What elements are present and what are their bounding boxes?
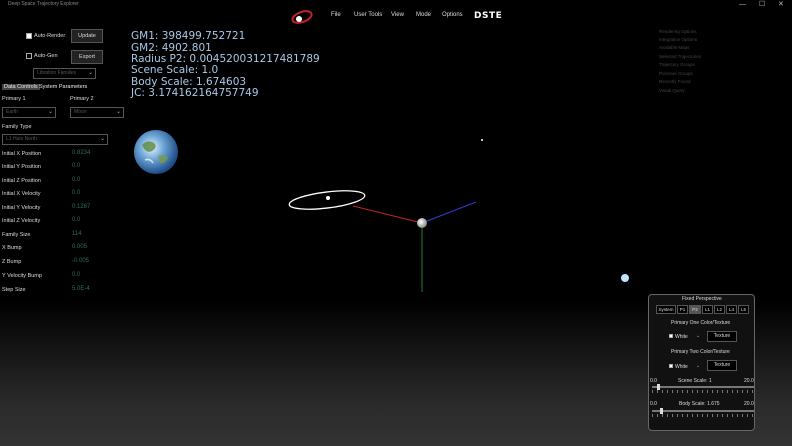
- spacecraft-marker: [326, 196, 330, 200]
- family-type-label: Family Type: [2, 124, 32, 130]
- primary1-value: Earth: [6, 109, 18, 115]
- auto-render-label: Auto-Render: [34, 33, 66, 39]
- primary2-select[interactable]: Moon ⌄: [70, 107, 124, 118]
- field-label: Family Size: [2, 232, 31, 238]
- auto-render-checkbox[interactable]: [26, 33, 32, 39]
- field-value[interactable]: -0.005: [72, 258, 89, 264]
- body-scale-slider[interactable]: [652, 410, 754, 412]
- primary2-label: Primary 2: [70, 96, 94, 102]
- link-poincare-groups[interactable]: Poincare Groups: [659, 71, 693, 76]
- update-button[interactable]: Update: [71, 29, 103, 43]
- scene-scale-min: 0.0: [650, 378, 657, 384]
- export-button[interactable]: Export: [71, 50, 103, 64]
- field-value[interactable]: 0.0: [72, 163, 80, 169]
- field-value[interactable]: 0.0: [72, 272, 80, 278]
- link-trajectory-groups[interactable]: Trajectory Groups: [659, 62, 695, 67]
- family-type-value: L1 Halo North: [6, 136, 37, 142]
- body-scale-min: 0.0: [650, 401, 657, 407]
- moon-body: [417, 218, 427, 228]
- halo-orbit[interactable]: [288, 187, 366, 212]
- primary-two-color[interactable]: White: [675, 364, 688, 370]
- menu-mode[interactable]: Mode: [416, 12, 431, 18]
- link-rendering-options[interactable]: Rendering Options: [659, 29, 697, 34]
- scene-scale-label: Scene Scale: 1: [678, 378, 712, 384]
- field-value[interactable]: 0.0: [72, 217, 80, 223]
- link-visual-query[interactable]: Visual Query: [659, 88, 685, 93]
- field-label: Z Bump: [2, 259, 22, 265]
- scene-scale-ticks: [652, 390, 754, 393]
- menu-user-tools[interactable]: User Tools: [354, 12, 382, 18]
- chevron-down-icon: ⌄: [87, 70, 93, 76]
- chevron-down-icon: ⌄: [115, 109, 121, 115]
- app-logo-icon: [291, 10, 313, 24]
- chevron-down-icon[interactable]: ⌄: [696, 333, 700, 339]
- body-scale-ticks: [652, 414, 754, 417]
- jc-readout: JC: 3.174162164757749: [131, 87, 259, 99]
- perspective-p1-button[interactable]: P1: [677, 305, 688, 314]
- libration-select-value: Libration Families: [37, 70, 77, 76]
- field-label: Initial X Velocity: [2, 191, 41, 197]
- primary2-value: Moon: [74, 109, 87, 115]
- libration-select[interactable]: Libration Families ⌄: [33, 68, 96, 79]
- primary-one-texture-button[interactable]: Texture: [707, 331, 737, 342]
- field-value[interactable]: 0.1267: [72, 204, 90, 210]
- family-type-select[interactable]: L1 Halo North ⌄: [2, 134, 108, 145]
- perspective-p2-button[interactable]: P2: [689, 305, 701, 314]
- link-selected-trajectories[interactable]: Selected Trajectories: [659, 54, 701, 59]
- field-label: Y Velocity Bump: [2, 273, 42, 279]
- field-label: Initial Z Velocity: [2, 218, 41, 224]
- scene-scale-max: 20.0: [744, 378, 754, 384]
- earth-body: [134, 130, 178, 174]
- primary-one-title: Primary One Color/Texture: [671, 320, 731, 326]
- field-value[interactable]: 0.0: [72, 177, 80, 183]
- field-label: Step Size: [2, 287, 26, 293]
- perspective-l1-button[interactable]: L1: [702, 305, 713, 314]
- menu-options[interactable]: Options: [442, 12, 463, 18]
- field-label: Initial Y Velocity: [2, 205, 41, 211]
- field-value[interactable]: 114: [72, 231, 82, 237]
- gm1-readout: GM1: 398499.752721: [131, 30, 246, 42]
- scene-scale-slider[interactable]: [652, 386, 754, 388]
- tab-system-parameters[interactable]: System Parameters: [37, 84, 89, 90]
- menu-file[interactable]: File: [331, 12, 341, 18]
- chevron-down-icon[interactable]: ⌄: [696, 363, 700, 369]
- field-value[interactable]: 0.0: [72, 190, 80, 196]
- primary-one-color[interactable]: White: [675, 334, 688, 340]
- body-scale-label: Body Scale: 1.675: [679, 401, 720, 407]
- menu-view[interactable]: View: [391, 12, 404, 18]
- link-available-maps[interactable]: Available Maps: [659, 45, 689, 50]
- tab-data-controls[interactable]: Data Controls: [2, 84, 40, 90]
- field-value[interactable]: 0.8234: [72, 150, 90, 156]
- chevron-down-icon: ⌄: [99, 136, 105, 142]
- field-label: Initial Z Position: [2, 178, 41, 184]
- distant-body: [621, 274, 629, 282]
- field-value[interactable]: 0.005: [72, 244, 87, 250]
- perspective-l2-button[interactable]: L2: [714, 305, 725, 314]
- link-recently-found[interactable]: Recently Found: [659, 79, 691, 84]
- field-label: Initial Y Position: [2, 164, 41, 170]
- perspective-l4-button[interactable]: L4: [726, 305, 737, 314]
- perspective-title: Fixed Perspective: [682, 296, 722, 302]
- lagrange-marker: [481, 139, 483, 141]
- primary1-label: Primary 1: [2, 96, 26, 102]
- field-label: X Bump: [2, 245, 22, 251]
- primary-two-color-swatch: [669, 364, 673, 368]
- perspective-l5-button[interactable]: L5: [738, 305, 749, 314]
- field-label: Initial X Position: [2, 151, 42, 157]
- primary1-select[interactable]: Earth ⌄: [2, 107, 56, 118]
- field-value[interactable]: 5.0E-4: [72, 286, 90, 292]
- auto-gen-checkbox[interactable]: [26, 53, 32, 59]
- primary-two-texture-button[interactable]: Texture: [707, 360, 737, 371]
- auto-gen-label: Auto-Gen: [34, 53, 58, 59]
- link-integration-options[interactable]: Integration Options: [659, 37, 697, 42]
- primary-two-title: Primary Two Color/Texture: [671, 349, 730, 355]
- brand-logo: DSTE: [474, 11, 503, 21]
- body-scale-max: 20.0: [744, 401, 754, 407]
- primary-one-color-swatch: [669, 334, 673, 338]
- perspective-system-button[interactable]: System: [656, 305, 676, 314]
- chevron-down-icon: ⌄: [47, 109, 53, 115]
- scene-scale-readout: Scene Scale: 1.0: [131, 64, 219, 76]
- axis-lines: [352, 201, 477, 292]
